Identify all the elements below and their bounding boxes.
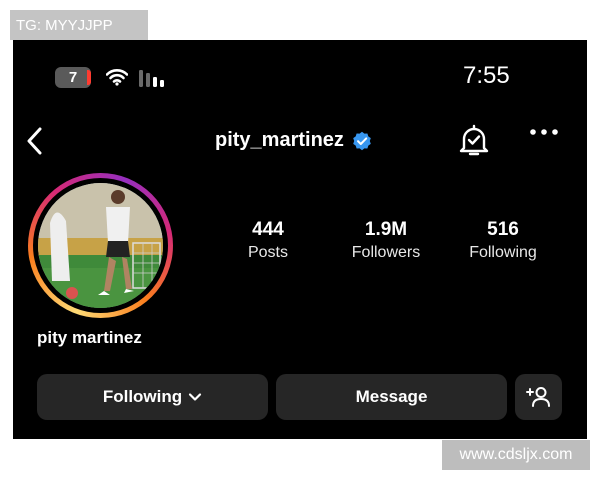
- status-time: 7:55: [463, 62, 510, 89]
- back-chevron-icon[interactable]: [25, 126, 45, 156]
- wifi-icon: [106, 69, 128, 86]
- profile-display-name: pity martinez: [37, 328, 142, 347]
- stat-posts[interactable]: 444 Posts: [208, 218, 328, 264]
- following-count: 516: [487, 219, 519, 240]
- message-button[interactable]: Message: [276, 374, 507, 420]
- battery-level: 7: [68, 69, 78, 86]
- profile-header-title: pity_martinez: [215, 129, 372, 152]
- posts-count: 444: [252, 219, 284, 240]
- followers-label: Followers: [351, 244, 421, 261]
- watermark-top-left: TG: MYYJJPP: [10, 10, 148, 40]
- more-options-icon[interactable]: [529, 128, 559, 136]
- stat-following[interactable]: 516 Following: [443, 218, 563, 264]
- username-handle: pity_martinez: [215, 129, 344, 151]
- following-button-label: Following: [102, 387, 183, 406]
- following-button[interactable]: Following: [37, 374, 268, 420]
- battery-icon: 7: [55, 67, 91, 88]
- message-button-label: Message: [355, 387, 428, 406]
- avatar-photo: [38, 183, 163, 308]
- add-person-icon: [525, 387, 550, 407]
- following-label: Following: [469, 244, 537, 261]
- signal-icon: [139, 70, 164, 87]
- posts-label: Posts: [247, 244, 288, 261]
- notification-bell-icon[interactable]: [458, 123, 490, 157]
- story-ring[interactable]: [28, 173, 173, 318]
- watermark-bottom-right: www.cdsljx.com: [442, 440, 590, 470]
- avatar[interactable]: [38, 183, 163, 308]
- chevron-down-icon: [189, 393, 202, 401]
- add-person-button[interactable]: [515, 374, 562, 420]
- phone-screen: 7 7:55 pity_martinez 444 Posts 1.9M Foll…: [13, 40, 587, 439]
- stat-followers[interactable]: 1.9M Followers: [326, 218, 446, 264]
- verified-badge-icon: [353, 131, 371, 150]
- followers-count: 1.9M: [364, 219, 408, 240]
